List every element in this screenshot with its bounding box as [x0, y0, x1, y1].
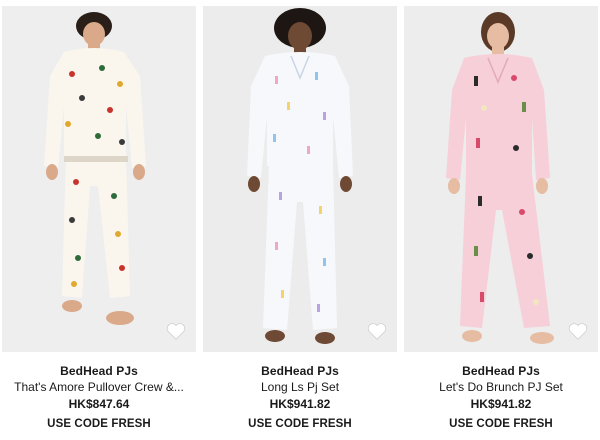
- product-price: HK$941.82: [470, 397, 532, 411]
- model-photo: [2, 6, 196, 352]
- model-photo: [203, 6, 397, 352]
- product-name[interactable]: Let's Do Brunch PJ Set: [439, 380, 563, 395]
- product-name[interactable]: That's Amore Pullover Crew &...: [14, 380, 184, 395]
- heart-icon[interactable]: [568, 322, 588, 340]
- model-photo: [404, 6, 598, 352]
- promo-code: USE CODE FRESH: [248, 418, 352, 430]
- product-price: HK$847.64: [68, 397, 130, 411]
- product-card[interactable]: BedHead PJs Let's Do Brunch PJ Set HK$94…: [404, 6, 598, 440]
- heart-icon[interactable]: [367, 322, 387, 340]
- product-image[interactable]: [404, 6, 598, 352]
- product-price: HK$941.82: [269, 397, 331, 411]
- product-brand[interactable]: BedHead PJs: [462, 364, 540, 379]
- heart-icon[interactable]: [166, 322, 186, 340]
- product-info: BedHead PJs Let's Do Brunch PJ Set HK$94…: [404, 352, 598, 432]
- product-image[interactable]: [203, 6, 397, 352]
- product-card[interactable]: BedHead PJs Long Ls Pj Set HK$941.82 USE…: [203, 6, 397, 440]
- product-grid: BedHead PJs That's Amore Pullover Crew &…: [0, 0, 600, 440]
- promo-code: USE CODE FRESH: [47, 418, 151, 430]
- product-brand[interactable]: BedHead PJs: [60, 364, 138, 379]
- promo-code: USE CODE FRESH: [449, 418, 553, 430]
- product-info: BedHead PJs That's Amore Pullover Crew &…: [2, 352, 196, 432]
- product-card[interactable]: BedHead PJs That's Amore Pullover Crew &…: [2, 6, 196, 440]
- product-image[interactable]: [2, 6, 196, 352]
- product-brand[interactable]: BedHead PJs: [261, 364, 339, 379]
- product-name[interactable]: Long Ls Pj Set: [261, 380, 339, 395]
- product-info: BedHead PJs Long Ls Pj Set HK$941.82 USE…: [203, 352, 397, 432]
